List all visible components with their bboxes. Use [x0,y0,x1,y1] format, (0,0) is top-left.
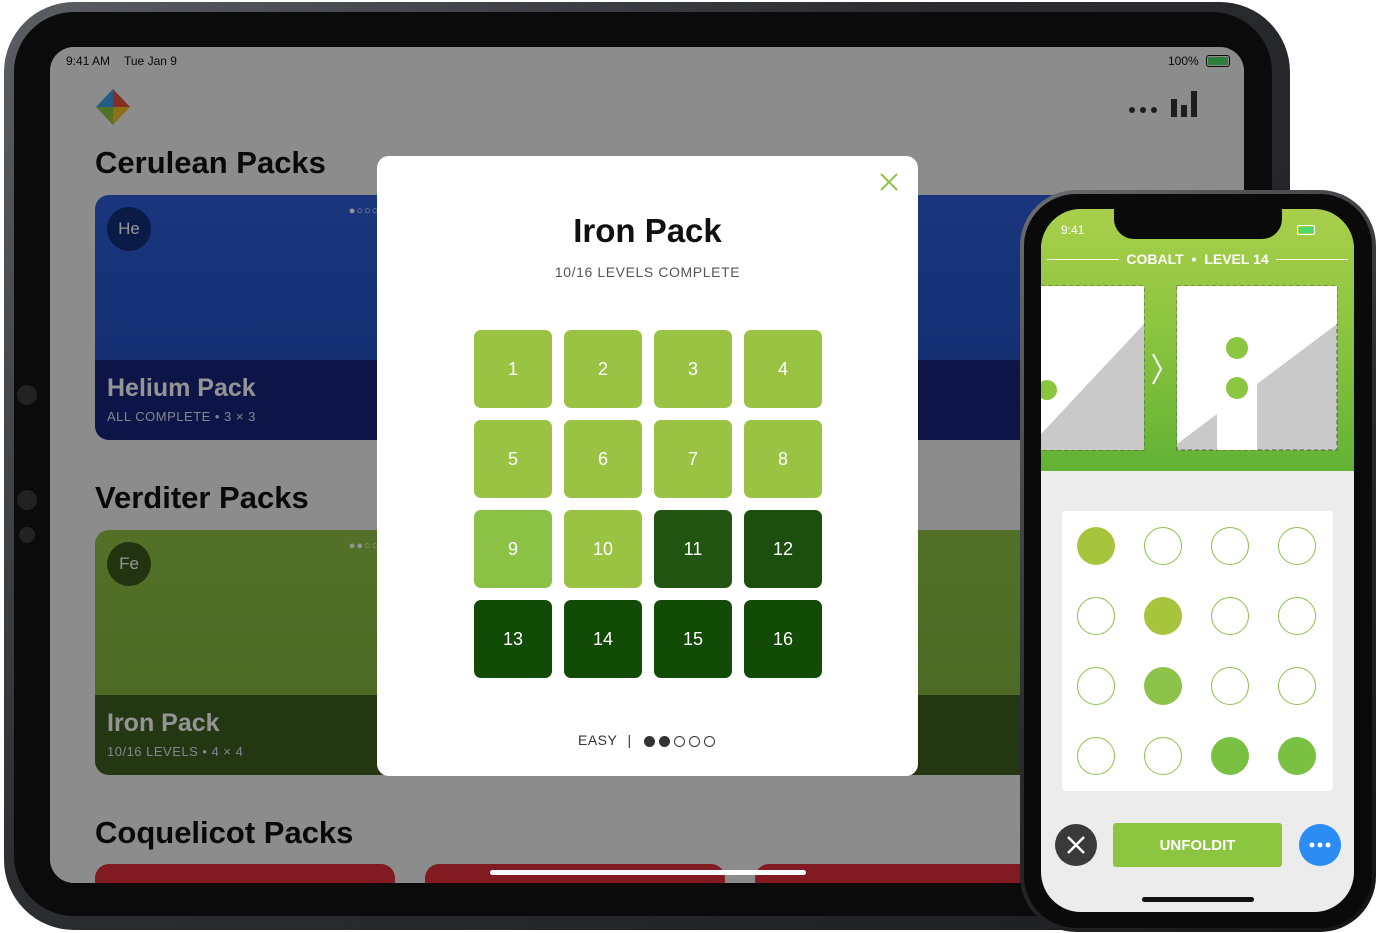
difficulty-dot [674,735,686,747]
level-tile[interactable]: 6 [564,420,642,498]
level-tile[interactable]: 10 [564,510,642,588]
more-button[interactable] [1299,824,1341,866]
more-dots-icon [1309,842,1331,848]
level-tile[interactable]: 16 [744,600,822,678]
level-tile[interactable]: 9 [474,510,552,588]
grid-dot[interactable] [1211,597,1249,635]
close-icon[interactable] [879,172,899,192]
difficulty-dot [659,735,671,747]
grid-dot[interactable] [1077,597,1115,635]
level-tile[interactable]: 13 [474,600,552,678]
grid-dot[interactable] [1077,527,1115,565]
grid-dot[interactable] [1278,667,1316,705]
level-tile[interactable]: 8 [744,420,822,498]
ipad-side-camera [17,385,37,405]
grid-dot[interactable] [1211,527,1249,565]
level-tile[interactable]: 12 [744,510,822,588]
grid-dot[interactable] [1278,597,1316,635]
unfoldit-button[interactable]: UNFOLDIT [1113,823,1282,867]
grid-dot[interactable] [1278,737,1316,775]
battery-icon [1297,225,1315,235]
pack-modal: Iron Pack 10/16 LEVELS COMPLETE 12345678… [377,156,918,776]
grid-dot[interactable] [1077,667,1115,705]
puzzle-header-area: 9:41 COBALT • LEVEL 14 [1041,209,1354,471]
level-name: LEVEL 14 [1204,251,1269,267]
close-button[interactable] [1055,824,1097,866]
grid-dot[interactable] [1144,597,1182,635]
difficulty-separator: | [627,732,632,748]
level-header: COBALT • LEVEL 14 [1041,251,1354,267]
grid-dot[interactable] [1077,737,1115,775]
level-tile[interactable]: 1 [474,330,552,408]
level-tile[interactable]: 5 [474,420,552,498]
ipad-side-sensor [17,490,37,510]
difficulty-dot [704,735,716,747]
fold-puzzle-illustration [1041,285,1338,451]
difficulty-dot [689,735,701,747]
ipad-home-indicator[interactable] [490,870,806,875]
modal-title: Iron Pack [573,212,722,249]
header-separator: • [1191,251,1197,267]
grid-dot[interactable] [1144,737,1182,775]
grid-dot[interactable] [1278,527,1316,565]
level-tile[interactable]: 14 [564,600,642,678]
ipad-side-sensor-2 [19,527,35,543]
difficulty-dot [644,735,656,747]
difficulty-row: EASY | [377,732,918,748]
modal-subtitle: 10/16 LEVELS COMPLETE [554,264,741,280]
grid-dot[interactable] [1211,737,1249,775]
level-grid: 1 2 3 4 5 6 7 8 9 10 11 12 13 14 15 16 [474,330,822,678]
close-icon [1067,836,1085,854]
level-tile[interactable]: 15 [654,600,732,678]
dot-grid [1062,511,1333,791]
pack-name: COBALT [1126,251,1184,267]
difficulty-dots-icon [642,732,717,748]
level-tile[interactable]: 4 [744,330,822,408]
iphone-screen: 9:41 COBALT • LEVEL 14 UNFOLDIT [1041,209,1354,912]
iphone-notch [1114,209,1282,239]
grid-dot[interactable] [1144,667,1182,705]
grid-dot[interactable] [1144,527,1182,565]
iphone-home-indicator[interactable] [1142,897,1254,902]
level-tile[interactable]: 2 [564,330,642,408]
level-tile[interactable]: 11 [654,510,732,588]
level-tile[interactable]: 7 [654,420,732,498]
difficulty-label: EASY [577,732,618,748]
level-tile[interactable]: 3 [654,330,732,408]
grid-dot[interactable] [1211,667,1249,705]
iphone-status-time: 9:41 [1061,223,1085,237]
